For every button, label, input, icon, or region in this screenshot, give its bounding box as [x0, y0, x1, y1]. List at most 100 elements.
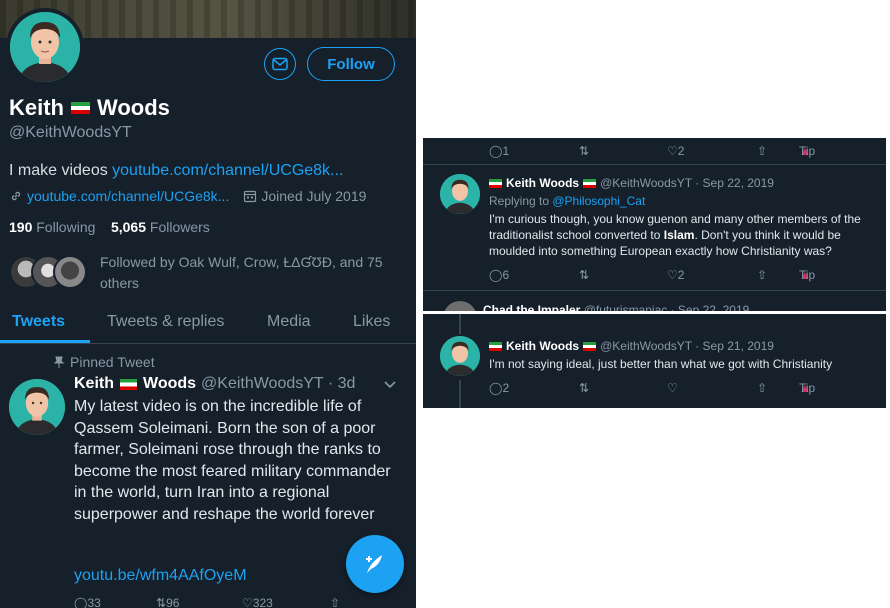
previous-tweet-actions: ◯ 1 ⇅ ♡ 2 ⇧ ▲ Tip	[489, 144, 869, 158]
reply-count: 33	[87, 596, 101, 608]
tweet-handle-time: @KeithWoodsYT · 3d	[201, 375, 356, 392]
reply-count: 6	[502, 268, 510, 282]
reply-text: I'm not saying ideal, just better than w…	[489, 357, 833, 371]
profile-panel: Follow Keith Woods @KeithWoodsYT I make …	[0, 0, 416, 608]
like-count: 2	[677, 144, 685, 158]
reply-handle-time: @KeithWoodsYT · Sep 22, 2019	[600, 176, 774, 190]
tweet-avatar[interactable]	[6, 376, 68, 438]
retweet-count: 96	[166, 596, 180, 608]
like-icon[interactable]: ♡	[667, 381, 678, 395]
followed-by-text[interactable]: Followed by Oak Wulf, Crow, ȽΔƓƱÐ, and 7…	[100, 252, 400, 294]
pinned-tweet-header: Keith Woods @KeithWoodsYT · 3d	[74, 375, 355, 393]
replying-prefix: Replying to	[489, 194, 553, 208]
like-count: 323	[252, 596, 273, 608]
like-action[interactable]: ♡ 2	[667, 268, 684, 282]
reply-panel: Keith Woods @KeithWoodsYT · Sep 21, 2019…	[423, 314, 886, 408]
profile-avatar[interactable]	[6, 8, 84, 86]
pinned-label-text: Pinned Tweet	[70, 354, 155, 370]
mail-icon	[272, 57, 288, 71]
profile-meta: youtube.com/channel/UCGe8k... Joined Jul…	[9, 188, 366, 204]
reply-author[interactable]: Keith Woods	[506, 176, 579, 190]
tip-label: Tip	[799, 268, 816, 282]
like-action[interactable]: ♡ 323	[242, 596, 273, 608]
reply-action[interactable]: ◯ 1	[489, 144, 509, 158]
avatar	[53, 255, 87, 289]
iran-flag-icon	[583, 178, 597, 188]
share-icon[interactable]: ⇧	[330, 596, 340, 608]
reply-actions: ◯ 6 ⇅ ♡ 2 ⇧ ▲ Tip	[489, 268, 869, 282]
reply-count: 2	[502, 381, 510, 395]
iran-flag-icon	[71, 102, 90, 114]
like-action[interactable]: ♡ 2	[667, 144, 684, 158]
tip-label: Tip	[799, 381, 816, 395]
avatar-image	[9, 379, 65, 435]
divider	[423, 290, 886, 291]
link-icon	[11, 191, 21, 201]
bio-text: I make videos	[9, 162, 113, 179]
profile-bio: I make videos youtube.com/channel/UCGe8k…	[9, 162, 343, 180]
follow-counts: 190 Following 5,065 Followers	[9, 219, 210, 235]
like-count: 2	[677, 268, 685, 282]
tweet-avatar[interactable]	[440, 174, 480, 214]
followed-by-avatars[interactable]	[9, 255, 91, 291]
followers-count: 5,065	[110, 219, 146, 235]
replying-to: Replying to @Philosophi_Cat	[489, 194, 645, 208]
active-tab-indicator	[0, 340, 90, 343]
iran-flag-icon	[489, 178, 502, 188]
replying-handle[interactable]: @Philosophi_Cat	[552, 194, 645, 208]
reply-actions: ◯ 2 ⇅ ♡ ⇧ ▲ Tip	[489, 381, 869, 395]
reply-header: Keith Woods @KeithWoodsYT · Sep 21, 2019	[489, 339, 774, 353]
next-tweet-header: Chad the Impaler @futurismaniac · Sep 22…	[483, 303, 749, 311]
reply-author[interactable]: Keith Woods	[506, 339, 579, 353]
followers-stat[interactable]: 5,065 Followers	[111, 219, 210, 235]
compose-button[interactable]	[346, 535, 404, 593]
tweet-author-last[interactable]: Woods	[143, 375, 196, 393]
avatar-image	[10, 12, 80, 82]
retweet-icon[interactable]: ⇅	[579, 144, 589, 158]
reply-text: I'm curious though, you know guenon and …	[489, 211, 879, 259]
iran-flag-icon	[583, 341, 597, 351]
bio-link[interactable]: youtube.com/channel/UCGe8k...	[112, 162, 343, 179]
share-icon[interactable]: ⇧	[757, 144, 767, 158]
compose-icon	[366, 555, 382, 573]
chevron-down-icon[interactable]	[384, 378, 396, 392]
share-icon[interactable]: ⇧	[757, 381, 767, 395]
tweet-author-first[interactable]: Keith	[74, 375, 114, 393]
next-tweet-meta: @futurismaniac · Sep 22, 2019	[583, 303, 750, 311]
avatar-image	[440, 336, 480, 376]
reply-action[interactable]: ◯ 33	[74, 596, 101, 608]
pinned-tweet-link[interactable]: youtu.be/wfm4AAfOyeM	[74, 567, 247, 585]
tab-tweets[interactable]: Tweets	[12, 313, 65, 331]
thread-line	[459, 314, 461, 334]
reply-action[interactable]: ◯ 2	[489, 381, 509, 395]
name-last: Woods	[97, 95, 170, 120]
retweet-icon[interactable]: ⇅	[579, 268, 589, 282]
tab-media[interactable]: Media	[267, 313, 311, 331]
next-tweet-author[interactable]: Chad the Impaler	[483, 303, 580, 311]
tweet-avatar[interactable]	[440, 336, 480, 376]
joined-date: Joined July 2019	[261, 188, 367, 204]
calendar-icon	[244, 190, 257, 203]
tab-likes[interactable]: Likes	[353, 313, 390, 331]
profile-tabs: Tweets Tweets & replies Media Likes	[0, 303, 416, 344]
tip-label: Tip	[799, 144, 816, 158]
following-stat[interactable]: 190 Following	[9, 219, 95, 235]
following-label: Following	[36, 219, 96, 235]
reply-thread-panel: ◯ 1 ⇅ ♡ 2 ⇧ ▲ Tip Keith Woods @KeithWood…	[423, 138, 886, 311]
name-first: Keith	[9, 95, 64, 120]
message-button[interactable]	[264, 48, 296, 80]
avatar[interactable]	[443, 301, 477, 311]
website-link[interactable]: youtube.com/channel/UCGe8k...	[27, 188, 229, 204]
profile-handle: @KeithWoodsYT	[9, 124, 132, 141]
retweet-icon[interactable]: ⇅	[579, 381, 589, 395]
avatar-image	[440, 174, 480, 214]
follow-button[interactable]: Follow	[307, 47, 395, 81]
pinned-tweet-text: My latest video is on the incredible lif…	[74, 398, 391, 523]
reply-count: 1	[502, 144, 510, 158]
retweet-action[interactable]: ⇅ 96	[156, 596, 179, 608]
divider	[423, 164, 886, 165]
reply-action[interactable]: ◯ 6	[489, 268, 509, 282]
share-icon[interactable]: ⇧	[757, 268, 767, 282]
tab-tweets-replies[interactable]: Tweets & replies	[107, 313, 224, 331]
iran-flag-icon	[120, 378, 137, 390]
